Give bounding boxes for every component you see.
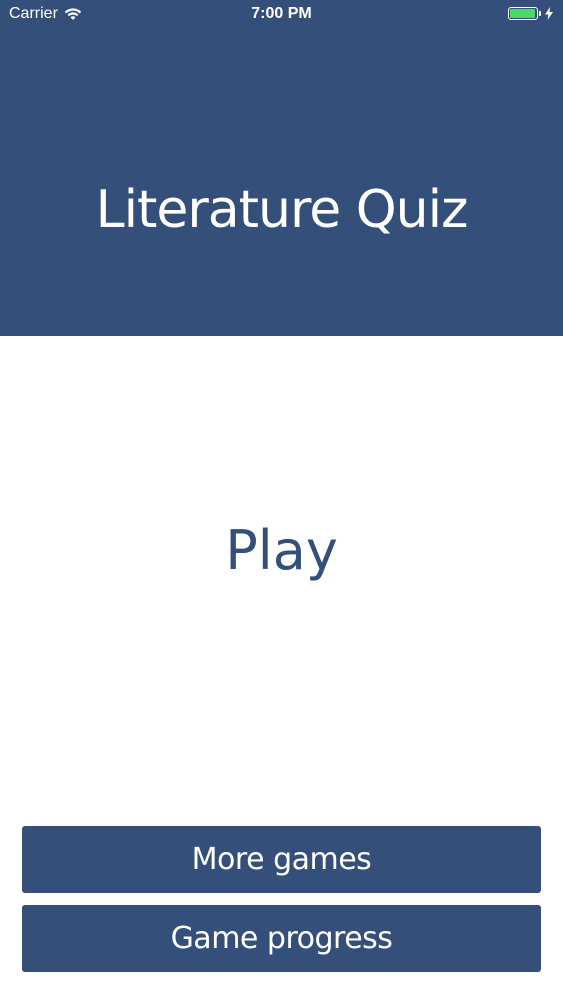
game-progress-button[interactable]: Game progress [22,905,541,972]
play-button[interactable]: Play [180,505,383,595]
title-banner: Carrier 7:00 PM Literature Quiz [0,0,563,336]
battery-icon [508,7,538,20]
charging-bolt-icon [545,7,553,20]
battery-indicator [508,7,553,20]
clock-label: 7:00 PM [251,5,312,22]
app-title: Literature Quiz [95,180,469,240]
status-bar: Carrier 7:00 PM [0,0,563,30]
main-menu-screen: Carrier 7:00 PM Literature Quiz Play Mor… [0,0,563,1000]
more-games-button[interactable]: More games [22,826,541,893]
battery-tip [539,11,541,16]
battery-fill [510,9,535,18]
